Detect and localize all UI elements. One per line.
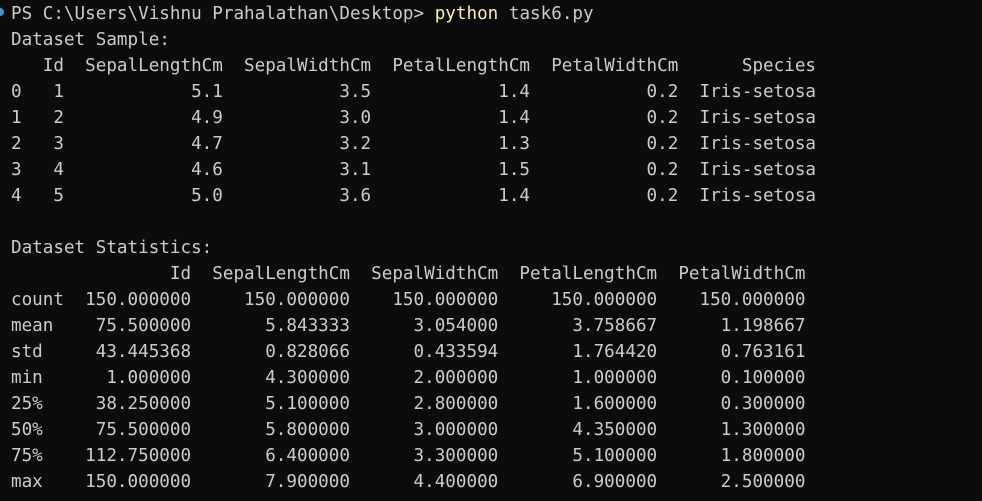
sample-row: 1 2 4.9 3.0 1.4 0.2 Iris-setosa — [11, 108, 817, 128]
stats-row: 50% 75.500000 5.800000 3.000000 4.350000… — [11, 420, 806, 440]
stats-row: min 1.000000 4.300000 2.000000 1.000000 … — [11, 368, 806, 388]
sample-row: 3 4 4.6 3.1 1.5 0.2 Iris-setosa — [11, 160, 817, 180]
stats-row: mean 75.500000 5.843333 3.054000 3.75866… — [11, 316, 806, 336]
stats-title: Dataset Statistics: — [11, 238, 213, 258]
stats-row: count 150.000000 150.000000 150.000000 1… — [11, 290, 806, 310]
sample-header-row: Id SepalLengthCm SepalWidthCm PetalLengt… — [11, 56, 817, 76]
stats-header-row: Id SepalLengthCm SepalWidthCm PetalLengt… — [11, 264, 806, 284]
terminal-window[interactable]: PS C:\Users\Vishnu Prahalathan\Desktop> … — [0, 0, 982, 501]
stats-row: max 150.000000 7.900000 4.400000 6.90000… — [11, 472, 806, 492]
command-args: task6.py — [498, 4, 594, 24]
sample-row: 0 1 5.1 3.5 1.4 0.2 Iris-setosa — [11, 82, 817, 102]
stats-row: std 43.445368 0.828066 0.433594 1.764420… — [11, 342, 806, 362]
prompt-marker-icon — [0, 8, 4, 16]
stats-row: 25% 38.250000 5.100000 2.800000 1.600000… — [11, 394, 806, 414]
stats-row: 75% 112.750000 6.400000 3.300000 5.10000… — [11, 446, 806, 466]
sample-title: Dataset Sample: — [11, 30, 170, 50]
command-name: python — [434, 4, 499, 24]
prompt-line: PS C:\Users\Vishnu Prahalathan\Desktop> … — [11, 1, 816, 27]
prompt-path: PS C:\Users\Vishnu Prahalathan\Desktop> — [11, 4, 435, 24]
terminal-output: PS C:\Users\Vishnu Prahalathan\Desktop> … — [11, 1, 816, 495]
sample-row: 2 3 4.7 3.2 1.3 0.2 Iris-setosa — [11, 134, 817, 154]
sample-row: 4 5 5.0 3.6 1.4 0.2 Iris-setosa — [11, 186, 817, 206]
